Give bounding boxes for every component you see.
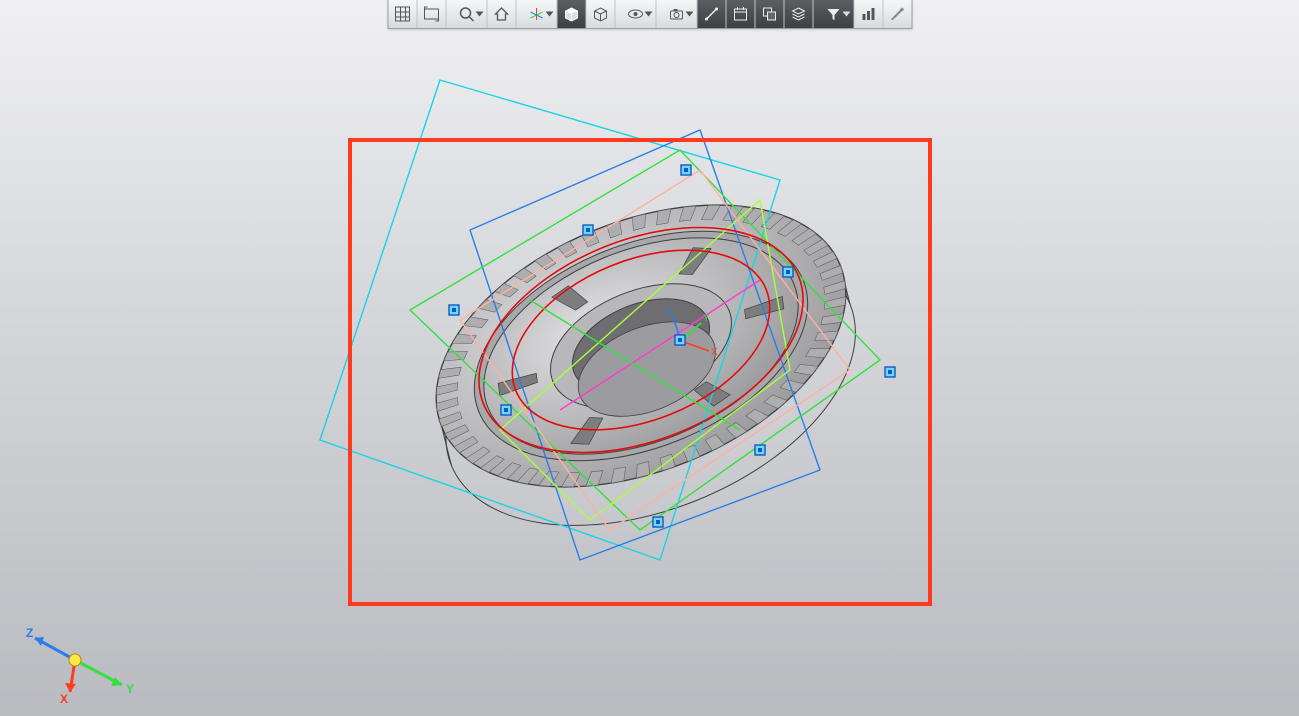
datum-point[interactable] [449,305,459,315]
gear-model[interactable] [395,150,897,581]
svg-text:Z: Z [665,307,671,318]
eyedropper-icon[interactable] [883,0,911,28]
fit-view-icon[interactable] [417,0,446,28]
home-view-icon[interactable] [487,0,516,28]
visibility-icon[interactable] [615,0,656,28]
camera-icon[interactable] [656,0,697,28]
analysis-icon[interactable] [854,0,883,28]
grid-icon[interactable] [388,0,417,28]
datum-point[interactable] [501,405,511,415]
insert-icon[interactable] [755,0,784,28]
datum-point[interactable] [755,445,765,455]
model-scene[interactable]: X Y Z [0,0,1299,716]
shaded-cube-icon[interactable] [557,0,586,28]
svg-text:X: X [711,347,718,358]
axis-toggle-icon[interactable] [516,0,557,28]
datum-point[interactable] [681,165,691,175]
datum-point[interactable] [675,335,685,345]
wireframe-cube-icon[interactable] [586,0,615,28]
datum-point[interactable] [783,267,793,277]
measure-icon[interactable] [697,0,726,28]
view-toolbar [387,0,912,29]
datum-point[interactable] [583,225,593,235]
datum-point[interactable] [653,517,663,527]
layers-icon[interactable] [784,0,813,28]
zoom-icon[interactable] [446,0,487,28]
cad-viewport[interactable]: X Y Z Z X Y [0,0,1299,716]
datum-point[interactable] [885,367,895,377]
calendar-icon[interactable] [726,0,755,28]
filter-icon[interactable] [813,0,854,28]
svg-text:Y: Y [703,313,710,324]
